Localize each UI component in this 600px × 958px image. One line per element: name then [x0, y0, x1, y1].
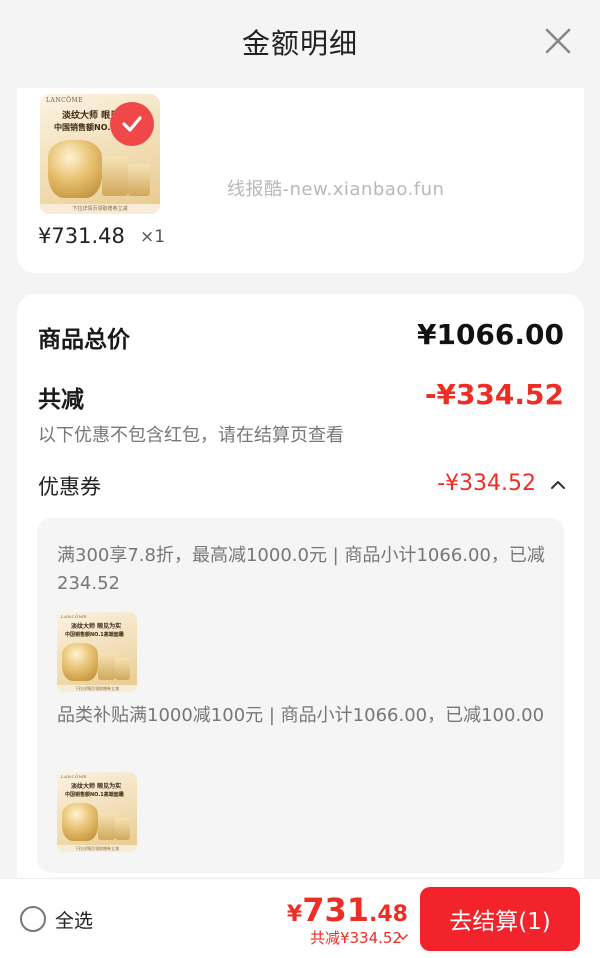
product-box-shape — [115, 658, 130, 680]
bottom-bar: 全选 ¥731.48 共减¥334.52 去结算(1) — [0, 878, 600, 958]
checkout-button[interactable]: 去结算(1) — [420, 887, 580, 951]
coupon-label[interactable]: 优惠券 — [38, 471, 101, 501]
product-brand: LANCÔME — [61, 614, 87, 619]
product-image-strip: 下拉详情页领取赠券立减 — [57, 845, 137, 852]
discount-label: 共减 — [38, 387, 84, 413]
product-image-headline: 淡纹大师 眼见为实 — [71, 623, 122, 630]
product-jar-shape — [62, 643, 98, 681]
close-icon[interactable] — [544, 27, 572, 55]
coupon-detail-panel: 满300享7.8折，最高减1000.0元 | 商品小计1066.00，已减234… — [37, 518, 564, 873]
coupon-detail-text: 满300享7.8折，最高减1000.0元 | 商品小计1066.00，已减234… — [57, 545, 545, 594]
watermark-text: 线报酷-new.xianbao.fun — [227, 179, 445, 200]
product-jar-shape — [62, 803, 98, 841]
pay-price-currency: ¥ — [286, 902, 303, 927]
coupon-product-image[interactable]: LANCÔME 淡纹大师 眼见为实 中国销售额NO.1高端面霜 下拉详情页领取赠… — [57, 612, 137, 692]
amount-detail-sheet: 金额明细 LANCÔME 淡纹大师 眼见为实 中国销售额NO.1高端面霜 下拉详… — [0, 0, 600, 958]
product-price: ¥731.48 — [38, 224, 125, 248]
pay-price: ¥731.48 — [287, 891, 408, 929]
coupon-product-image[interactable]: LANCÔME 淡纹大师 眼见为实 中国销售额NO.1高端面霜 下拉详情页领取赠… — [57, 772, 137, 852]
product-box-shape — [98, 813, 115, 840]
sheet-title: 金额明细 — [241, 27, 358, 60]
product-image-subline: 中国销售额NO.1高端面霜 — [65, 792, 124, 798]
select-all-label[interactable]: 全选 — [55, 906, 93, 933]
product-box-shape — [115, 818, 130, 840]
discount-value: -¥334.52 — [424, 378, 564, 411]
total-price-value: ¥1066.00 — [416, 318, 564, 351]
product-image[interactable]: LANCÔME 淡纹大师 眼见为实 中国销售额NO.1高端面霜 下拉详情页领取赠… — [40, 94, 160, 214]
product-image-strip: 下拉详情页领取赠券立减 — [40, 204, 160, 214]
pay-price-decimal: .48 — [369, 902, 408, 927]
discount-note: 以下优惠不包含红包，请在结算页查看 — [38, 425, 344, 446]
product-jar-shape — [48, 140, 102, 198]
coupon-value[interactable]: -¥334.52 — [437, 471, 536, 496]
summary-card: 商品总价 ¥1066.00 共减 -¥334.52 以下优惠不包含红包，请在结算… — [17, 294, 584, 894]
sheet-header: 金额明细 — [0, 0, 600, 88]
select-all-radio[interactable] — [20, 906, 46, 932]
product-box-shape — [98, 653, 115, 680]
product-box-shape — [102, 156, 128, 196]
chevron-up-icon[interactable] — [550, 477, 566, 493]
selected-check-icon — [110, 102, 154, 146]
chevron-down-icon[interactable] — [398, 932, 408, 942]
total-price-label: 商品总价 — [38, 327, 130, 353]
product-brand: LANCÔME — [46, 97, 84, 104]
product-image-headline: 淡纹大师 眼见为实 — [71, 783, 122, 790]
pay-price-integer: 731 — [302, 891, 370, 929]
product-image-subline: 中国销售额NO.1高端面霜 — [65, 632, 124, 638]
product-quantity: ×1 — [140, 227, 166, 247]
coupon-detail-text: 品类补贴满1000减100元 | 商品小计1066.00，已减100.00 — [57, 705, 545, 726]
total-discount-text[interactable]: 共减¥334.52 — [310, 927, 402, 948]
product-brand: LANCÔME — [61, 774, 87, 779]
product-image-strip: 下拉详情页领取赠券立减 — [57, 685, 137, 692]
product-box-shape — [128, 164, 150, 196]
